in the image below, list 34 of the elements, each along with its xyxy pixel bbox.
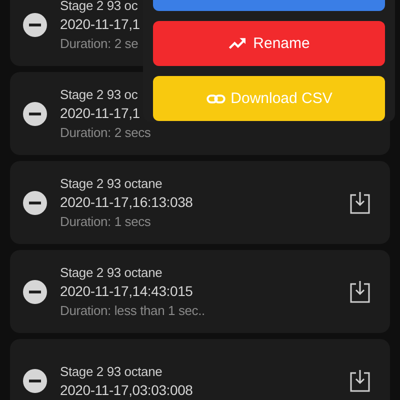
minus-icon [23,368,47,392]
minus-icon [23,190,47,214]
session-title: Stage 2 93 octane [60,175,162,193]
download-button[interactable] [348,190,372,216]
session-duration: Duration: 2 secs [60,124,151,142]
remove-button[interactable] [23,190,47,214]
session-duration: Duration: 1 secs [60,213,151,231]
session-duration: Duration: less than 1 sec.. [60,302,205,320]
minus-icon [23,12,47,36]
session-card[interactable]: Stage 2 93 octane 2020-11-17,14:43:015 Duration: less than 1 sec.. [10,250,390,333]
session-timestamp: 2020-11-17,1 [60,15,140,34]
download-icon [348,190,372,216]
session-title: Stage 2 93 octane [60,362,162,380]
minus-icon [23,102,47,126]
session-card[interactable]: Stage 2 93 octane 2020-11-17,16:13:038 Duration: 1 secs [10,161,390,244]
session-title: Stage 2 93 oc [60,86,138,104]
session-duration: Duration: 2 se [60,35,138,53]
session-timestamp: 2020-11-17,16:13:038 [60,193,193,212]
session-timestamp: 2020-11-17,1 [60,104,140,123]
remove-button[interactable] [23,12,47,36]
session-title: Stage 2 93 oc [60,0,138,15]
session-timestamp: 2020-11-17,14:43:015 [60,282,193,301]
download-button[interactable] [348,368,372,394]
download-button[interactable] [348,278,372,304]
session-card[interactable]: Stage 2 93 octane 2020-11-17,03:03:008 [10,339,390,400]
action-button[interactable]: Rename [153,21,385,66]
remove-button[interactable] [23,102,47,126]
minus-icon [23,280,47,304]
download-icon [348,278,372,304]
session-title: Stage 2 93 octane [60,264,162,282]
remove-button[interactable] [23,280,47,304]
download-icon [348,368,372,394]
session-timestamp: 2020-11-17,03:03:008 [60,380,193,400]
remove-button[interactable] [23,368,47,392]
